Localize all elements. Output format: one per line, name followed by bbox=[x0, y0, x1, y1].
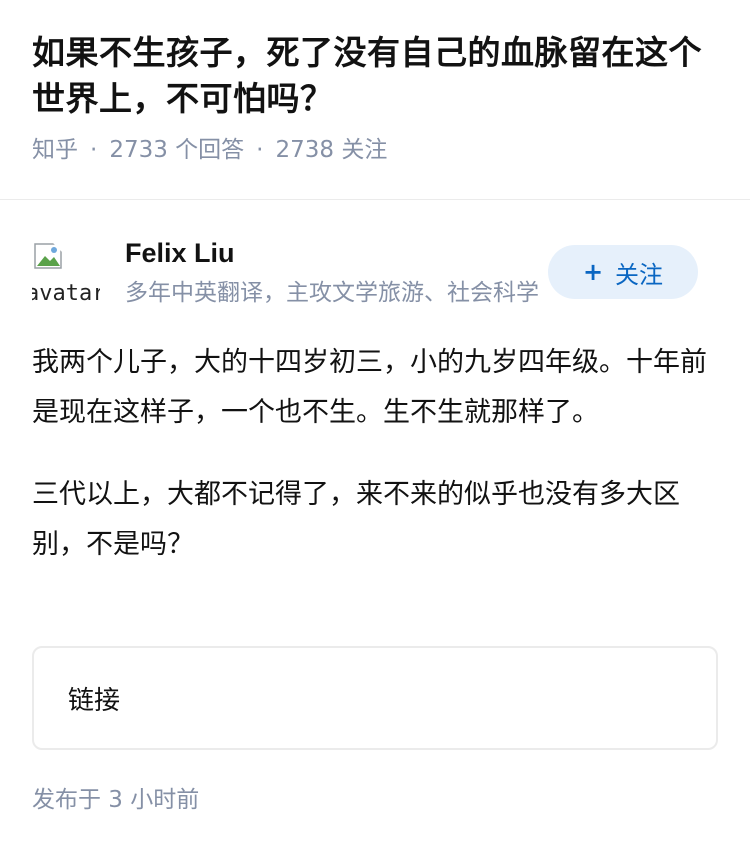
broken-image-icon bbox=[34, 242, 64, 269]
meta-separator: · bbox=[256, 137, 264, 163]
answer-content: 我两个儿子，大的十四岁初三，小的九岁四年级。十年前是现在这样子，一个也不生。生不… bbox=[32, 338, 718, 602]
section-divider bbox=[0, 199, 750, 200]
follow-button[interactable]: + 关注 bbox=[548, 245, 698, 299]
question-title[interactable]: 如果不生孩子，死了没有自己的血脉留在这个世界上，不可怕吗？ bbox=[32, 30, 722, 122]
author-name[interactable]: Felix Liu bbox=[125, 235, 235, 271]
answer-paragraph: 我两个儿子，大的十四岁初三，小的九岁四年级。十年前是现在这样子，一个也不生。生不… bbox=[32, 347, 707, 428]
link-card-label: 链接 bbox=[68, 685, 121, 716]
avatar-alt-text: avatar bbox=[32, 281, 100, 305]
answer-author-header: avatar Felix Liu 多年中英翻译，主攻文学旅游、社会科学 + 关注 bbox=[32, 235, 718, 315]
answer-paragraph: 三代以上，大都不记得了，来不来的似乎也没有多大区别，不是吗？ bbox=[32, 479, 680, 560]
plus-icon: + bbox=[582, 258, 604, 286]
question-header: 如果不生孩子，死了没有自己的血脉留在这个世界上，不可怕吗？ 知乎 · 2733 个回… bbox=[32, 30, 722, 166]
follow-label: 关注 bbox=[615, 260, 664, 289]
site-name[interactable]: 知乎 bbox=[32, 137, 78, 163]
link-card[interactable]: 链接 bbox=[32, 646, 718, 750]
publish-time: 发布于 3 小时前 bbox=[32, 787, 200, 813]
avatar[interactable]: avatar bbox=[32, 237, 100, 305]
answers-count[interactable]: 2733 个回答 bbox=[109, 137, 244, 163]
question-meta: 知乎 · 2733 个回答 · 2738 关注 bbox=[32, 134, 722, 166]
meta-separator: · bbox=[90, 137, 98, 163]
author-bio: 多年中英翻译，主攻文学旅游、社会科学 bbox=[125, 280, 539, 306]
followers-count[interactable]: 2738 关注 bbox=[275, 137, 387, 163]
